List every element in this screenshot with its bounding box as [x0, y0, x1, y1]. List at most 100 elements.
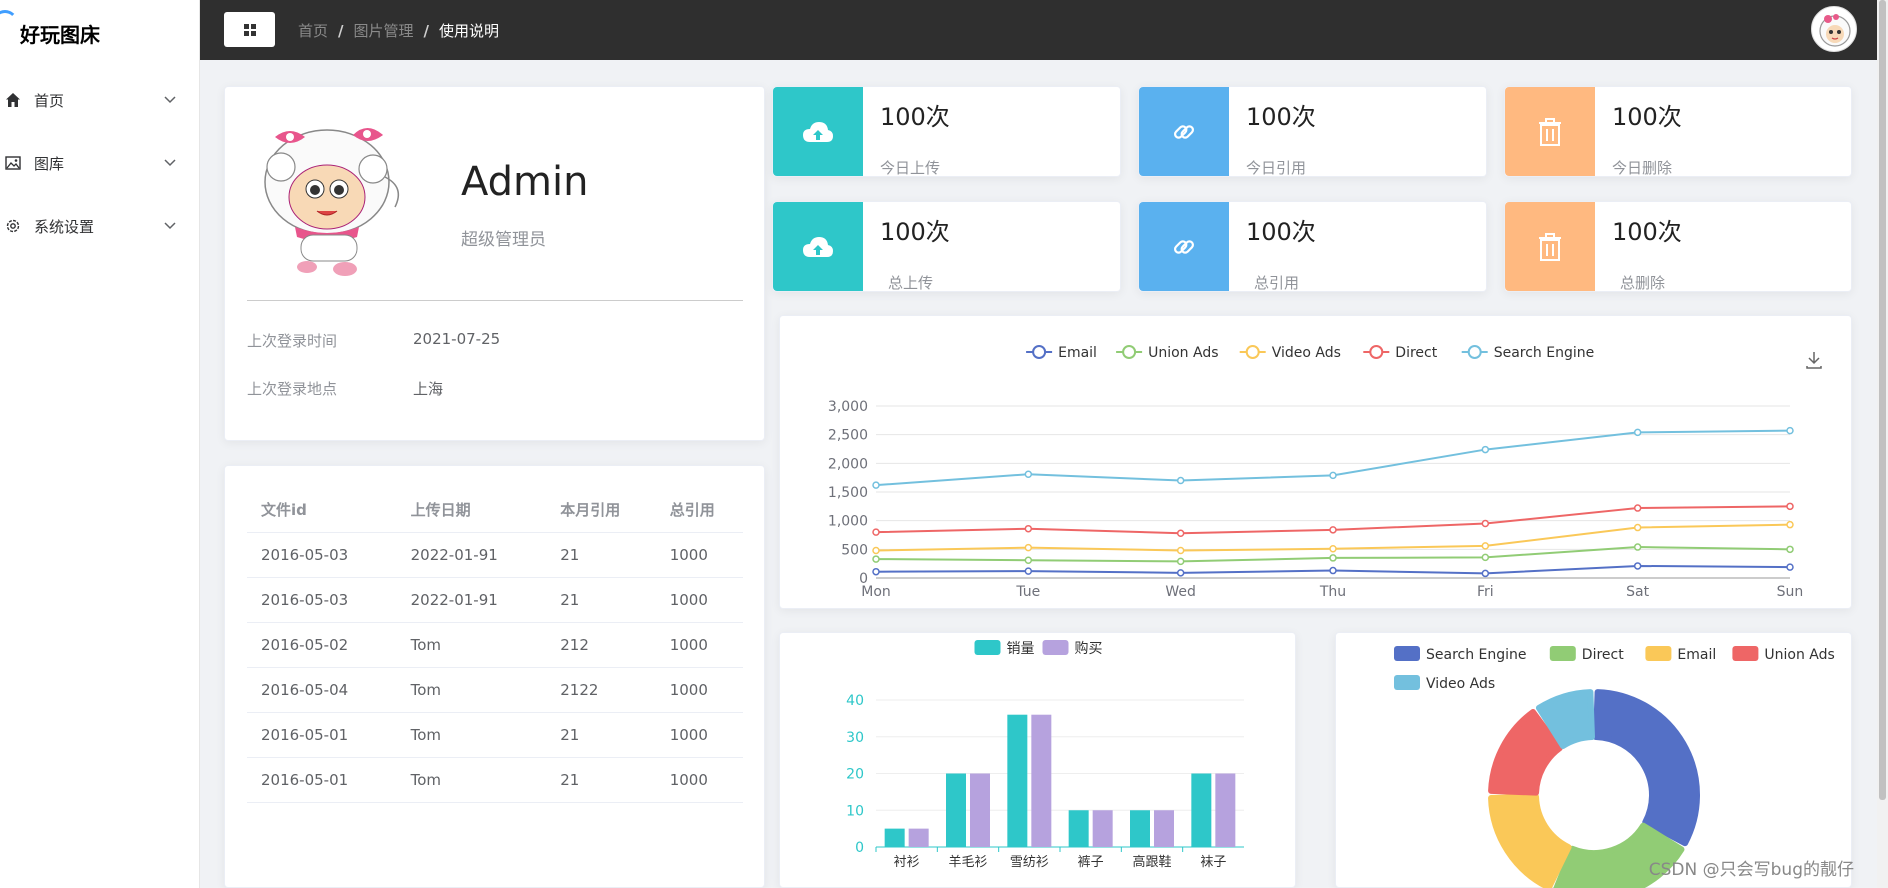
- stat-card-total-delete[interactable]: 100次 总删除: [1504, 201, 1852, 292]
- stat-card-today-delete[interactable]: 100次 今日删除: [1504, 86, 1852, 177]
- download-icon[interactable]: [1806, 352, 1822, 369]
- breadcrumb-item-home[interactable]: 首页: [298, 20, 328, 41]
- app-logo[interactable]: 好玩图床: [0, 10, 100, 56]
- data-point[interactable]: [1329, 545, 1337, 553]
- data-point[interactable]: [872, 546, 880, 555]
- data-point[interactable]: [1786, 563, 1794, 571]
- legend-item[interactable]: Search Engine: [1461, 345, 1595, 361]
- stat-card-total-refs[interactable]: 100次 总引用: [1138, 201, 1487, 292]
- last-login-place-value: 上海: [413, 380, 444, 398]
- data-point[interactable]: [1329, 554, 1337, 562]
- trash-icon: [1505, 202, 1595, 291]
- sidebar-item-gallery[interactable]: 图库: [0, 143, 200, 183]
- data-point[interactable]: [1633, 562, 1642, 570]
- data-point[interactable]: [1329, 526, 1337, 534]
- legend-item[interactable]: 销量: [974, 640, 1035, 657]
- sidebar-item-label: 系统设置: [34, 217, 95, 236]
- bar[interactable]: [1215, 773, 1236, 848]
- legend-item[interactable]: Video Ads: [1394, 675, 1495, 692]
- table-cell: 2122: [546, 667, 656, 713]
- data-point[interactable]: [1633, 523, 1642, 532]
- table-row[interactable]: 2016-05-04 Tom 2122 1000: [247, 667, 743, 713]
- column-header-month-refs[interactable]: 本月引用: [546, 488, 656, 533]
- data-point[interactable]: [1481, 542, 1490, 550]
- stat-card-total-upload[interactable]: 100次 总上传: [772, 201, 1121, 292]
- sidebar-item-settings[interactable]: 系统设置: [0, 206, 200, 246]
- bar[interactable]: [908, 828, 929, 847]
- legend-item[interactable]: Email: [1026, 345, 1097, 361]
- data-point[interactable]: [1786, 545, 1794, 554]
- data-point[interactable]: [1176, 557, 1185, 566]
- bar[interactable]: [1007, 714, 1028, 847]
- x-tick-label: Wed: [1165, 584, 1196, 600]
- data-point[interactable]: [1633, 504, 1642, 512]
- legend-item[interactable]: 购买: [1042, 640, 1103, 657]
- legend-item[interactable]: Union Ads: [1116, 345, 1219, 361]
- page-scrollbar[interactable]: [1877, 0, 1888, 888]
- pie-slice[interactable]: [1593, 689, 1700, 847]
- data-point[interactable]: [1481, 445, 1490, 454]
- bar[interactable]: [1154, 810, 1174, 847]
- table-cell: 1000: [655, 757, 743, 803]
- legend-item[interactable]: Direct: [1363, 345, 1438, 361]
- data-point[interactable]: [1024, 567, 1033, 575]
- legend-item[interactable]: Search Engine: [1394, 646, 1527, 663]
- table-row[interactable]: 2016-05-03 2022-01-91 21 1000: [247, 532, 743, 578]
- data-point[interactable]: [1024, 470, 1033, 478]
- user-avatar[interactable]: [1811, 6, 1857, 52]
- bar[interactable]: [1191, 773, 1212, 848]
- bar[interactable]: [884, 828, 905, 847]
- table-row[interactable]: 2016-05-02 Tom 212 1000: [247, 622, 743, 668]
- data-point[interactable]: [1024, 556, 1033, 564]
- data-point[interactable]: [1176, 529, 1185, 538]
- pie-slice[interactable]: [1488, 793, 1572, 888]
- table-cell: 21: [546, 757, 656, 803]
- bar[interactable]: [1130, 810, 1150, 847]
- data-point[interactable]: [1329, 566, 1337, 575]
- data-point[interactable]: [1024, 543, 1033, 552]
- data-point[interactable]: [1786, 520, 1794, 529]
- data-point[interactable]: [1633, 543, 1642, 551]
- x-tick-label: 羊毛衫: [948, 854, 987, 870]
- data-point[interactable]: [872, 481, 880, 489]
- data-point[interactable]: [1329, 471, 1337, 480]
- data-point[interactable]: [1481, 553, 1490, 562]
- stat-card-today-upload[interactable]: 100次 今日上传: [772, 86, 1121, 177]
- table-row[interactable]: 2016-05-01 Tom 21 1000: [247, 712, 743, 758]
- scrollbar-thumb[interactable]: [1879, 0, 1886, 800]
- sidebar-item-home[interactable]: 首页: [0, 80, 200, 120]
- menu-toggle-button[interactable]: [224, 12, 275, 47]
- data-point[interactable]: [1633, 428, 1642, 437]
- data-point[interactable]: [872, 555, 880, 563]
- bar[interactable]: [1031, 714, 1052, 847]
- table-row[interactable]: 2016-05-01 Tom 21 1000: [247, 757, 743, 803]
- data-point[interactable]: [1481, 569, 1490, 578]
- data-point[interactable]: [1176, 569, 1185, 577]
- bar[interactable]: [1068, 810, 1089, 847]
- breadcrumb-item-image-manage[interactable]: 图片管理: [354, 20, 414, 41]
- legend-item[interactable]: Email: [1645, 646, 1716, 663]
- bar[interactable]: [1092, 810, 1113, 847]
- table-row[interactable]: 2016-05-03 2022-01-91 21 1000: [247, 577, 743, 623]
- bar[interactable]: [970, 773, 990, 848]
- column-header-total-refs[interactable]: 总引用: [655, 488, 743, 533]
- data-point[interactable]: [1176, 476, 1185, 485]
- cloud-upload-icon: [773, 202, 863, 291]
- data-point[interactable]: [872, 567, 880, 576]
- table-cell: 1000: [655, 667, 743, 713]
- data-point[interactable]: [872, 528, 880, 536]
- data-point[interactable]: [1481, 519, 1490, 528]
- legend-item[interactable]: Direct: [1549, 646, 1624, 663]
- legend-item[interactable]: Union Ads: [1732, 646, 1835, 663]
- data-point[interactable]: [1176, 546, 1185, 555]
- data-point[interactable]: [1786, 502, 1794, 511]
- column-header-file-id[interactable]: 文件id: [247, 488, 397, 533]
- x-tick-label: 袜子: [1200, 855, 1226, 870]
- column-header-upload-date[interactable]: 上传日期: [396, 488, 547, 533]
- stat-card-today-refs[interactable]: 100次 今日引用: [1138, 86, 1487, 177]
- bar[interactable]: [946, 773, 966, 848]
- table-cell: 21: [546, 577, 656, 623]
- legend-item[interactable]: Video Ads: [1239, 345, 1341, 361]
- data-point[interactable]: [1024, 524, 1033, 533]
- data-point[interactable]: [1786, 426, 1794, 435]
